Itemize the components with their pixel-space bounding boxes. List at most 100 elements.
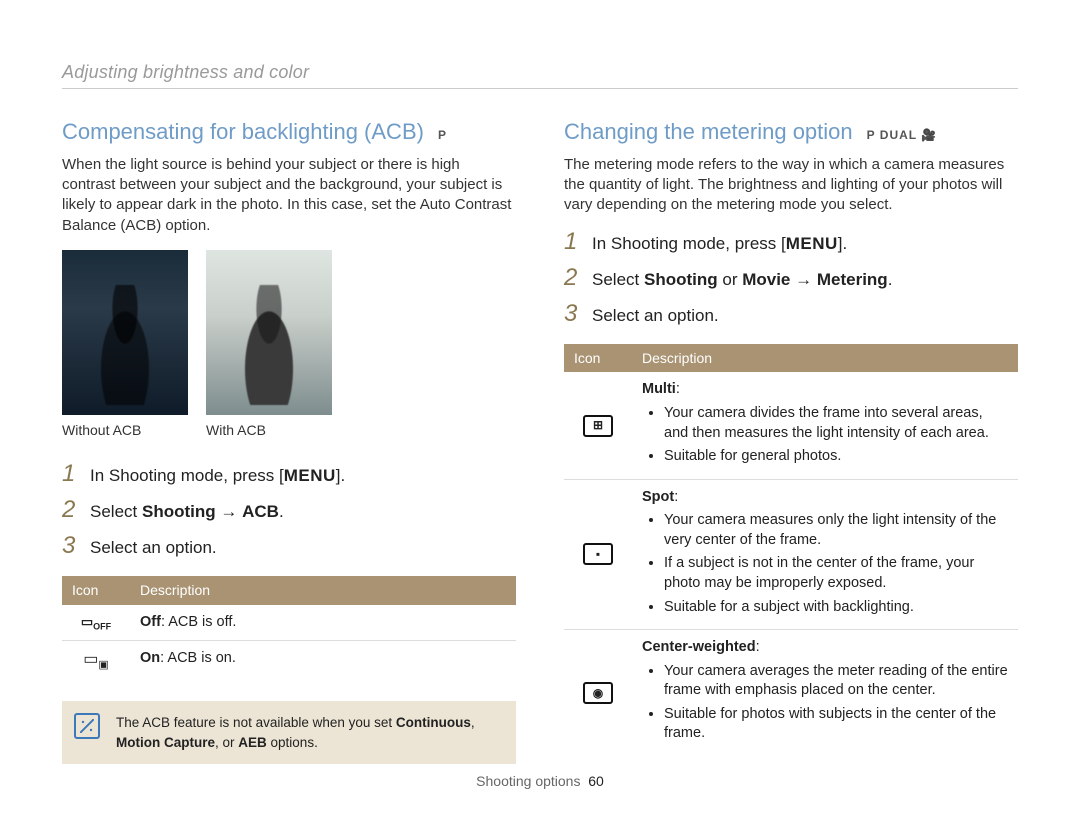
text: , [471,715,475,730]
table-row: ▪ Spot: Your camera measures only the li… [564,479,1018,629]
left-intro: When the light source is behind your sub… [62,155,516,236]
text: The ACB feature is not available when yo… [116,715,396,730]
step-text: In Shooting mode, press [MENU]. [90,462,345,488]
menu-label: MENU [786,234,838,253]
row-desc: Multi: Your camera divides the frame int… [632,372,1018,479]
text: AEB [238,735,267,750]
page-header: Adjusting brightness and color [62,60,1018,84]
row-desc: Center-weighted: Your camera averages th… [632,630,1018,756]
text: In Shooting mode, press [ [592,234,786,253]
desc: : ACB is on. [160,650,236,666]
step-text: In Shooting mode, press [MENU]. [592,230,847,256]
table-row: ▭OFF Off: ACB is off. [62,605,516,641]
left-step-3: 3 Select an option. [62,534,516,560]
text: → [216,502,242,521]
right-step-2: 2 Select Shooting or Movie → Metering. [564,266,1018,292]
text: Motion Capture [116,735,215,750]
text: ]. [838,234,847,253]
multi-metering-icon: ⊞ [564,372,632,479]
center-weighted-icon: ◉ [564,630,632,756]
text: . [888,270,893,289]
text: , or [215,735,238,750]
note-box: The ACB feature is not available when yo… [62,701,516,764]
caption-with-acb: With ACB [206,421,332,440]
table-row: ⊞ Multi: Your camera divides the frame i… [564,372,1018,479]
row-desc: On: ACB is on. [130,641,516,682]
acb-off-icon: ▭OFF [62,605,130,641]
footer-section: Shooting options [476,773,580,789]
table-row: ▭▣ On: ACB is on. [62,641,516,682]
right-column: Changing the metering option P DUAL 🎥 Th… [564,117,1018,764]
right-mode-glyphs: P DUAL 🎥 [867,127,938,143]
step-number: 2 [62,498,78,522]
bullet: Your camera averages the meter reading o… [664,662,1008,701]
bullet: Your camera divides the frame into sever… [664,404,1008,443]
right-step-3: 3 Select an option. [564,302,1018,328]
th-icon: Icon [62,576,130,605]
menu-label: MENU [284,466,336,485]
note-icon [74,713,100,739]
text: . [279,502,284,521]
label: On [140,650,160,666]
row-desc: Off: ACB is off. [130,605,516,641]
text: or [718,270,743,289]
th-icon: Icon [564,344,632,373]
left-steps: 1 In Shooting mode, press [MENU]. 2 Sele… [62,462,516,560]
th-description: Description [130,576,516,605]
right-step-1: 1 In Shooting mode, press [MENU]. [564,230,1018,256]
bullet: Suitable for general photos. [664,447,1008,467]
desc: : ACB is off. [161,614,237,630]
text: ]. [336,466,345,485]
step-text: Select an option. [90,534,217,560]
step-text: Select an option. [592,302,719,328]
label: Center-weighted [642,639,756,655]
row-desc: Spot: Your camera measures only the ligh… [632,479,1018,629]
right-steps: 1 In Shooting mode, press [MENU]. 2 Sele… [564,230,1018,328]
th-description: Description [632,344,1018,373]
bullet: If a subject is not in the center of the… [664,554,1008,593]
text: Continuous [396,715,471,730]
text: Shooting [644,270,718,289]
text: Select [592,270,644,289]
spot-metering-icon: ▪ [564,479,632,629]
left-title-text: Compensating for backlighting (ACB) [62,117,424,147]
photo-with-acb [206,250,332,415]
text: Metering [817,270,888,289]
header-rule [62,88,1018,89]
text: → [790,270,816,289]
table-row: ◉ Center-weighted: Your camera averages … [564,630,1018,756]
step-number: 3 [62,534,78,558]
left-step-2: 2 Select Shooting → ACB. [62,498,516,524]
bullet: Suitable for a subject with backlighting… [664,598,1008,618]
content-columns: Compensating for backlighting (ACB) P Wh… [62,117,1018,764]
left-step-1: 1 In Shooting mode, press [MENU]. [62,462,516,488]
text: options. [267,735,318,750]
photo-captions: Without ACB With ACB [62,421,516,440]
right-section-title: Changing the metering option P DUAL 🎥 [564,117,1018,147]
metering-options-table: Icon Description ⊞ Multi: Your camera di… [564,344,1018,756]
label: Spot [642,489,674,505]
step-number: 1 [564,230,580,254]
left-column: Compensating for backlighting (ACB) P Wh… [62,117,516,764]
acb-options-table: Icon Description ▭OFF Off: ACB is off. ▭… [62,576,516,682]
footer: Shooting options 60 [0,772,1080,791]
step-text: Select Shooting or Movie → Metering. [592,266,892,292]
step-number: 2 [564,266,580,290]
photo-without-acb [62,250,188,415]
text: Movie [742,270,790,289]
right-intro: The metering mode refers to the way in w… [564,155,1018,216]
text: In Shooting mode, press [ [90,466,284,485]
step-text: Select Shooting → ACB. [90,498,284,524]
text: ACB [242,502,279,521]
label: Off [140,614,161,630]
step-number: 3 [564,302,580,326]
step-number: 1 [62,462,78,486]
caption-without-acb: Without ACB [62,421,188,440]
right-title-text: Changing the metering option [564,117,853,147]
bullet: Your camera measures only the light inte… [664,511,1008,550]
example-photos [62,250,516,415]
left-mode-glyphs: P [438,127,447,143]
bullet: Suitable for photos with subjects in the… [664,705,1008,744]
page-number: 60 [588,773,604,789]
acb-on-icon: ▭▣ [62,641,130,682]
